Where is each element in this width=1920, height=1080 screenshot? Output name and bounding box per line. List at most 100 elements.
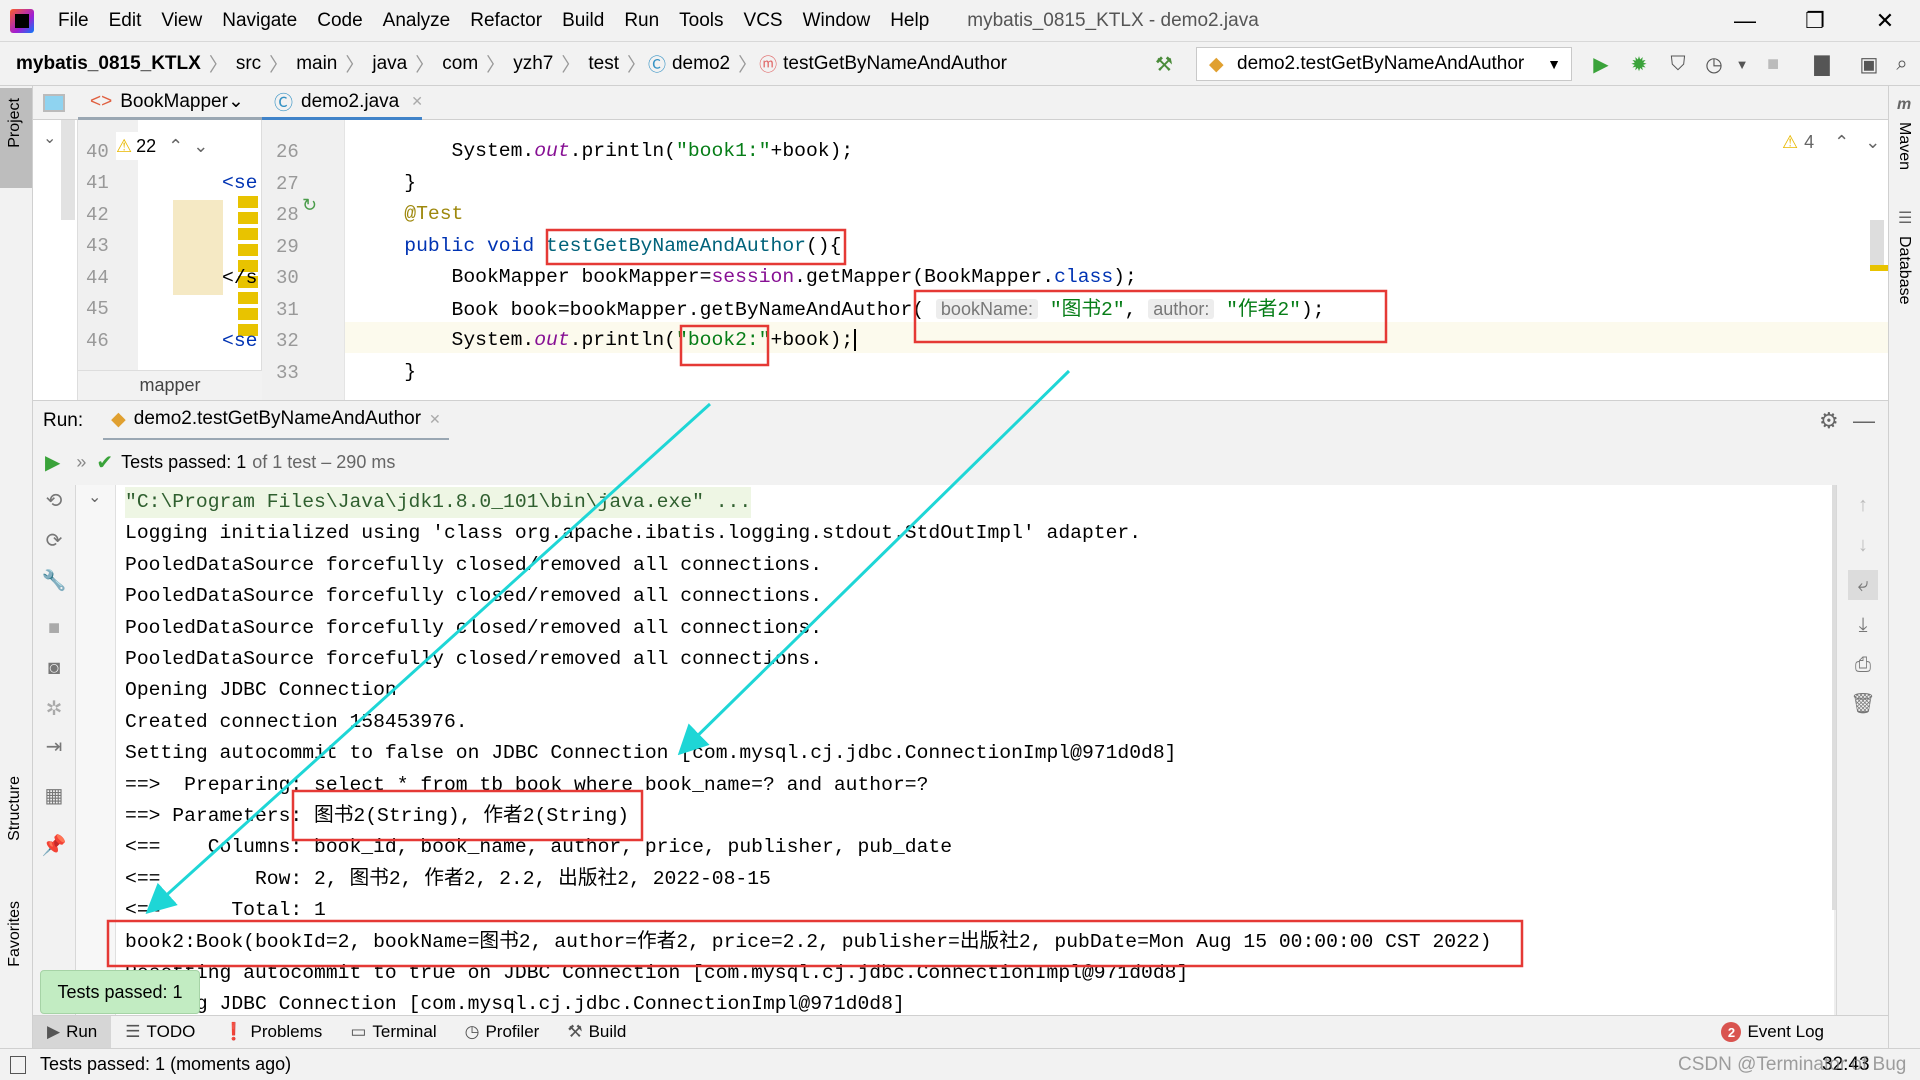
camera-icon[interactable]: ◙ xyxy=(39,653,69,683)
warnings-indicator[interactable]: ⚠ 4 ⌃ ⌄ xyxy=(1782,132,1880,153)
menu-analyze[interactable]: Analyze xyxy=(373,10,461,32)
xml-breadcrumb[interactable]: mapper xyxy=(78,370,262,400)
tool-window-bar: ▶ Run ☰ TODO ❗ Problems ▭ Terminal ◷ Profiler… xyxy=(33,1015,1888,1049)
favorites-tool-button[interactable]: Favorites xyxy=(6,901,24,967)
debug-icon[interactable]: ✹ xyxy=(1625,50,1653,78)
java-editor[interactable]: 26 System.out.println("book1:"+book); 27 … xyxy=(262,120,1888,400)
menu-refactor[interactable]: Refactor xyxy=(460,10,552,32)
run-test-gutter-icon[interactable]: ↻ xyxy=(302,195,317,216)
tool-window-run[interactable]: ▶ Run xyxy=(33,1015,112,1049)
tool-window-event-log[interactable]: 2 Event Log xyxy=(1707,1016,1838,1049)
toggle-tool-windows-icon[interactable] xyxy=(10,1055,26,1074)
print-icon[interactable]: ⎙ xyxy=(1848,650,1878,680)
chevron-down-icon[interactable]: ⌄ xyxy=(88,487,101,507)
menu-tools[interactable]: Tools xyxy=(669,10,733,32)
tool-window-problems[interactable]: ❗ Problems xyxy=(209,1016,336,1049)
close-tab-icon[interactable]: ✕ xyxy=(411,93,423,110)
run-tab[interactable]: ◆ demo2.testGetByNameAndAuthor ✕ xyxy=(103,401,449,441)
breadcrumb-main[interactable]: main xyxy=(290,53,343,75)
run-side-toolbar: ⟲ ⟳ 🔧 ■ ◙ ✲ ⇥ ▦ 📌 xyxy=(33,485,76,1015)
minimize-button[interactable]: — xyxy=(1715,0,1775,41)
menu-window[interactable]: Window xyxy=(793,10,881,32)
console-output[interactable]: "C:\Program Files\Java\jdk1.8.0_101\bin\… xyxy=(116,485,1836,1015)
breadcrumb-java[interactable]: java xyxy=(366,53,413,75)
menu-edit[interactable]: Edit xyxy=(99,10,152,32)
next-icon[interactable]: ⌄ xyxy=(1865,132,1880,153)
soft-wrap-icon[interactable]: ⤶ xyxy=(1848,570,1878,600)
tool-window-terminal[interactable]: ▭ Terminal xyxy=(336,1016,450,1049)
arrow-down-icon[interactable]: ↓ xyxy=(1848,530,1878,560)
next-icon[interactable]: ⌄ xyxy=(193,136,208,157)
menu-view[interactable]: View xyxy=(151,10,212,32)
pin-icon[interactable]: 📌 xyxy=(39,830,69,860)
tab-demo2-java[interactable]: Ⓒ demo2.java ✕ xyxy=(262,86,423,120)
toggle-auto-test-icon[interactable]: ⟳ xyxy=(39,525,69,555)
breadcrumb-src[interactable]: src xyxy=(230,53,267,75)
scrollbar[interactable] xyxy=(61,120,75,220)
line-number: 43 xyxy=(86,235,109,257)
panel-toggle-icon[interactable] xyxy=(43,94,65,112)
tool-window-build[interactable]: ⚒ Build xyxy=(553,1016,640,1049)
previous-icon[interactable]: ⌃ xyxy=(168,136,183,157)
tool-window-todo[interactable]: ☰ TODO xyxy=(111,1016,209,1049)
search-icon[interactable]: ⌕ xyxy=(1888,50,1916,78)
project-structure-icon[interactable]: ▇ xyxy=(1808,50,1836,78)
code-line: System.out.println("book2:"+book); xyxy=(357,325,857,357)
close-button[interactable]: ✕ xyxy=(1855,0,1915,41)
import-icon[interactable]: ⇥ xyxy=(39,731,69,761)
expand-icon[interactable]: » xyxy=(76,452,86,473)
warnings-indicator[interactable]: ⚠ 22 ⌃ ⌄ xyxy=(116,132,226,160)
database-tool-button[interactable]: Database xyxy=(1895,236,1913,305)
settings-icon[interactable]: ✲ xyxy=(39,693,69,723)
run-anything-icon[interactable]: ▣ xyxy=(1855,50,1883,78)
settings-gear-icon[interactable]: ⚙ xyxy=(1819,408,1839,434)
line-number: 42 xyxy=(86,204,109,226)
menu-vcs[interactable]: VCS xyxy=(734,10,793,32)
previous-icon[interactable]: ⌃ xyxy=(1834,132,1849,153)
restore-button[interactable]: ❐ xyxy=(1785,0,1845,41)
hide-panel-icon[interactable]: — xyxy=(1853,408,1875,434)
trash-icon[interactable]: 🗑 xyxy=(1848,688,1878,718)
code-token: out xyxy=(534,140,570,162)
tab-bookmapper[interactable]: <> BookMapper ⌄ xyxy=(78,86,262,120)
menu-run[interactable]: Run xyxy=(614,10,669,32)
stop-icon[interactable]: ■ xyxy=(1759,50,1787,78)
menu-build[interactable]: Build xyxy=(552,10,614,32)
tool-window-profiler[interactable]: ◷ Profiler xyxy=(451,1016,554,1049)
chevron-down-icon[interactable]: ⌄ xyxy=(228,90,244,113)
breadcrumb-com[interactable]: com xyxy=(436,53,484,75)
layout-icon[interactable]: ▦ xyxy=(39,780,69,810)
breadcrumb-demo2[interactable]: demo2 xyxy=(666,53,736,75)
menu-code[interactable]: Code xyxy=(307,10,372,32)
rerun-icon[interactable]: ▶ xyxy=(45,450,60,475)
stop-icon[interactable]: ■ xyxy=(39,613,69,643)
rerun-failed-icon[interactable]: ⟲ xyxy=(39,485,69,515)
build-hammer-icon[interactable]: ⚒ xyxy=(1150,50,1178,78)
breadcrumb-method[interactable]: testGetByNameAndAuthor xyxy=(777,53,1013,75)
wrench-icon[interactable]: 🔧 xyxy=(39,565,69,595)
xml-editor[interactable]: ⚠ 22 ⌃ ⌄ 40 41 42 43 44 45 46 <se </s <s… xyxy=(78,120,262,400)
breadcrumb-yzh7[interactable]: yzh7 xyxy=(507,53,559,75)
run-icon[interactable]: ▶ xyxy=(1587,50,1615,78)
project-panel: ⌄ xyxy=(33,120,78,400)
editor-scrollbar[interactable] xyxy=(1870,220,1884,270)
chevron-down-icon[interactable]: ⌄ xyxy=(43,128,56,148)
menu-file[interactable]: File xyxy=(48,10,99,32)
coverage-icon[interactable]: ⛉ xyxy=(1664,50,1692,78)
console-line: <== Total: 1 xyxy=(125,899,326,922)
test-tree[interactable]: ⌄ xyxy=(76,485,116,1015)
menu-navigate[interactable]: Navigate xyxy=(212,10,307,32)
more-run-chevron-icon[interactable]: ▼ xyxy=(1728,50,1756,78)
run-configuration-select[interactable]: ◆ demo2.testGetByNameAndAuthor ▼ xyxy=(1196,47,1572,81)
arrow-up-icon[interactable]: ↑ xyxy=(1848,490,1878,520)
breadcrumb-test[interactable]: test xyxy=(582,53,625,75)
breadcrumb-project[interactable]: mybatis_0815_KTLX xyxy=(0,53,207,75)
scroll-to-end-icon[interactable]: ⤓ xyxy=(1848,610,1878,640)
menu-help[interactable]: Help xyxy=(880,10,939,32)
maven-tool-button[interactable]: Maven xyxy=(1895,122,1913,170)
close-tab-icon[interactable]: ✕ xyxy=(429,411,441,428)
code-token: .println( xyxy=(569,140,677,162)
profiler-icon[interactable]: ◷ xyxy=(1700,50,1728,78)
structure-tool-button[interactable]: Structure xyxy=(6,776,24,841)
project-tool-button[interactable]: Project xyxy=(0,88,32,188)
